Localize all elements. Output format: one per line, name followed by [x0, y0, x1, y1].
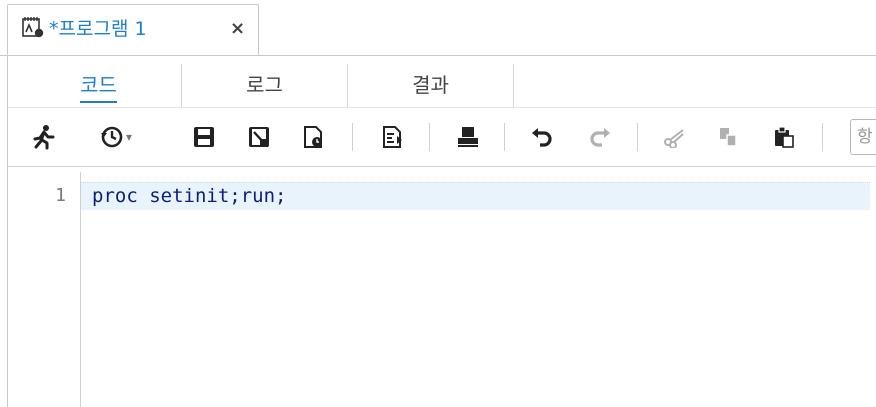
tab-code[interactable]: 코드 — [16, 64, 182, 107]
toolbar-divider — [8, 166, 876, 167]
print-button[interactable] — [452, 121, 484, 153]
history-dropdown-caret[interactable]: ▾ — [126, 130, 132, 144]
tab-results-label: 결과 — [412, 73, 449, 97]
code-editor[interactable]: 1 proc setinit;run; — [8, 172, 876, 407]
program-icon — [22, 16, 44, 38]
undo-button[interactable] — [526, 121, 558, 153]
toolbar-separator — [637, 123, 638, 151]
toolbar-separator — [504, 123, 505, 151]
copy-button[interactable] — [713, 121, 745, 153]
line-number: 1 — [55, 185, 66, 206]
editor-toolbar: ▾ 항 — [8, 115, 876, 159]
history-button[interactable]: ▾ — [96, 121, 136, 153]
save-as-button[interactable] — [243, 121, 275, 153]
paste-icon — [773, 126, 795, 148]
tab-code-label: 코드 — [80, 73, 117, 103]
toolbar-separator — [429, 123, 430, 151]
open-button[interactable] — [298, 121, 330, 153]
tab-log-label: 로그 — [246, 73, 283, 97]
history-icon — [100, 125, 124, 149]
print-icon — [457, 126, 479, 148]
format-code-icon — [382, 126, 404, 148]
run-button[interactable] — [28, 121, 60, 153]
copy-icon — [718, 126, 740, 148]
toolbar-separator — [352, 123, 353, 151]
undo-icon — [531, 126, 553, 148]
tab-log[interactable]: 로그 — [182, 64, 348, 107]
tab-results[interactable]: 결과 — [348, 64, 514, 107]
toolbar-search-field[interactable]: 항 — [850, 119, 876, 155]
editor-subtabs: 코드 로그 결과 — [8, 64, 876, 107]
save-as-icon — [248, 126, 270, 148]
document-tab-strip: *프로그램 1 × — [0, 0, 876, 56]
program-panel: 코드 로그 결과 ▾ 항 1 proc setinit;run; — [7, 55, 876, 407]
save-button[interactable] — [188, 121, 220, 153]
redo-button[interactable] — [584, 121, 616, 153]
save-icon — [193, 126, 215, 148]
run-icon — [31, 124, 57, 150]
program-tab-title: *프로그램 1 — [49, 18, 147, 40]
code-line[interactable]: proc setinit;run; — [92, 182, 286, 210]
open-icon — [303, 126, 325, 148]
close-tab-icon[interactable]: × — [230, 18, 245, 40]
program-tab[interactable]: *프로그램 1 × — [7, 4, 259, 55]
format-code-button[interactable] — [377, 121, 409, 153]
redo-icon — [589, 126, 611, 148]
subtabs-divider — [8, 107, 876, 108]
toolbar-separator — [822, 123, 823, 151]
paste-button[interactable] — [768, 121, 800, 153]
cut-button[interactable] — [658, 121, 690, 153]
cut-icon — [663, 126, 685, 148]
